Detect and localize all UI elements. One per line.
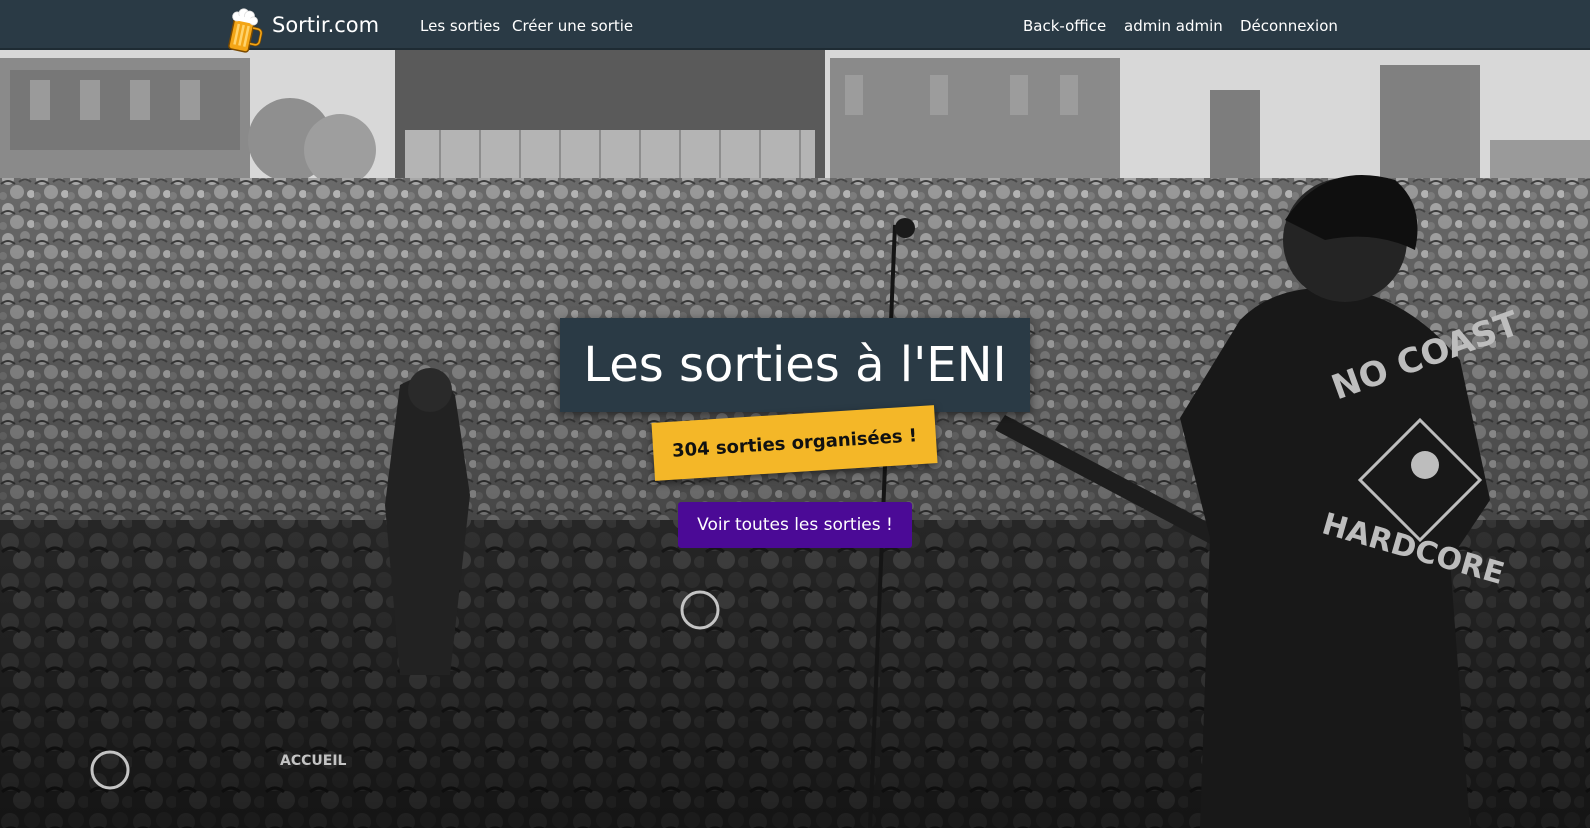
nav-link-creer-sortie[interactable]: Créer une sortie	[512, 17, 633, 35]
crowd-shirt-text: ACCUEIL	[280, 753, 347, 769]
brand-name: Sortir.com	[272, 13, 380, 37]
nav-link-back-office[interactable]: Back-office	[1023, 17, 1106, 35]
hero-section: NO COAST HARDCORE ACCUEIL Les sorties à …	[0, 50, 1590, 828]
hero-title-box: Les sorties à l'ENI	[560, 318, 1030, 412]
nav-link-user[interactable]: admin admin	[1124, 17, 1223, 35]
nav-link-les-sorties[interactable]: Les sorties	[420, 17, 500, 35]
navbar: Sortir.com Les sorties Créer une sortie …	[0, 0, 1590, 53]
sorties-count-text: 304 sorties organisées !	[671, 424, 918, 462]
beer-mug-icon	[228, 8, 263, 53]
nav-link-deconnexion[interactable]: Déconnexion	[1240, 17, 1338, 35]
hero-title: Les sorties à l'ENI	[583, 337, 1007, 393]
brand-link[interactable]: Sortir.com	[220, 2, 379, 58]
view-all-sorties-button[interactable]: Voir toutes les sorties !	[678, 502, 912, 548]
